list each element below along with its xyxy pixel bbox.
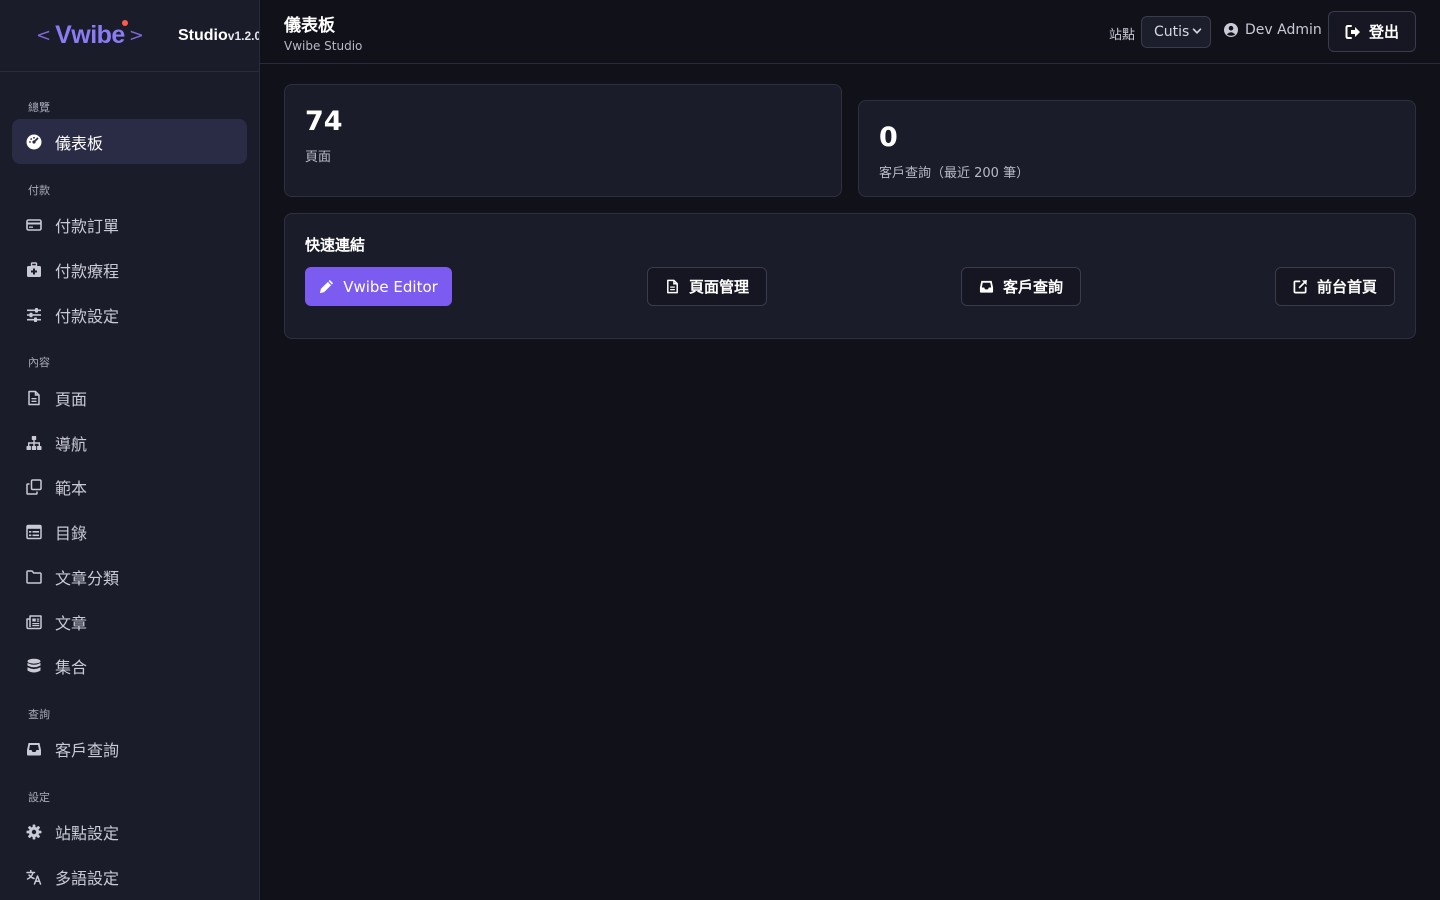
- clone-icon: [26, 478, 42, 495]
- sliders-icon: [26, 307, 42, 323]
- user-menu[interactable]: Dev Admin: [1224, 22, 1322, 38]
- stat-value: 74: [305, 106, 343, 137]
- brand-product: Studiov1.2.0: [178, 27, 259, 45]
- sidebar-item-language-settings[interactable]: 多語設定: [12, 854, 247, 899]
- vwibe-editor-button[interactable]: Vwibe Editor: [305, 267, 452, 306]
- sidebar-item-label: 文章: [55, 613, 88, 633]
- sidebar: < Vwibe > Studiov1.2.0 總覽 儀表板 付款 付款訂單 付款…: [0, 0, 260, 900]
- external-link-icon: [1293, 280, 1307, 294]
- newspaper-icon: [26, 614, 42, 630]
- sign-out-icon: [1345, 24, 1360, 39]
- sidebar-item-catalog[interactable]: 目錄: [12, 509, 247, 554]
- logout-button[interactable]: 登出: [1328, 11, 1416, 52]
- customer-inquiries-button[interactable]: 客戶查詢: [961, 267, 1081, 306]
- sidebar-item-articles[interactable]: 文章: [12, 599, 247, 644]
- quick-links-title: 快速連結: [305, 236, 366, 254]
- brand-logo: < Vwibe >: [36, 20, 144, 50]
- credit-card-icon: [26, 217, 42, 233]
- site-select[interactable]: Cutis: [1141, 16, 1211, 48]
- sidebar-item-label: 範本: [55, 478, 88, 498]
- sidebar-item-label: 集合: [55, 657, 88, 677]
- nav-section-payment: 付款: [28, 184, 50, 197]
- dashboard-icon: [26, 134, 42, 150]
- sidebar-item-label: 目錄: [55, 523, 88, 543]
- frontend-home-button[interactable]: 前台首頁: [1275, 267, 1395, 306]
- sidebar-item-label: 導航: [55, 434, 88, 454]
- sidebar-item-label: 付款設定: [55, 306, 120, 326]
- pen-icon: [320, 279, 334, 294]
- sidebar-item-label: 儀表板: [55, 133, 104, 153]
- database-icon: [26, 658, 42, 674]
- sidebar-item-customer-inquiries[interactable]: 客戶查詢: [12, 726, 247, 771]
- sidebar-item-label: 付款療程: [55, 261, 120, 281]
- sidebar-item-label: 文章分類: [55, 568, 120, 588]
- brand-bracket-left: <: [36, 25, 52, 46]
- nav-section-content: 內容: [28, 356, 50, 369]
- nav-section-settings: 設定: [28, 791, 50, 804]
- logout-label: 登出: [1368, 23, 1399, 41]
- sidebar-item-collections[interactable]: 集合: [12, 643, 247, 688]
- sidebar-item-site-settings[interactable]: 站點設定: [12, 809, 247, 854]
- file-icon: [26, 390, 42, 406]
- sidebar-item-payment-treatments[interactable]: 付款療程: [12, 247, 247, 292]
- top-bar: 儀表板 Vwibe Studio 站點 Cutis Dev Admin 登出: [260, 0, 1440, 64]
- button-label: 客戶查詢: [1002, 278, 1063, 296]
- button-label: Vwibe Editor: [343, 277, 438, 296]
- button-label: 頁面管理: [688, 278, 749, 296]
- user-circle-icon: [1224, 23, 1238, 37]
- quick-links-card: 快速連結 Vwibe Editor 頁面管理 客戶查詢 前台首頁: [284, 213, 1416, 339]
- nav-section-overview: 總覽: [28, 101, 50, 114]
- sidebar-item-templates[interactable]: 範本: [12, 464, 247, 509]
- button-label: 前台首頁: [1316, 278, 1377, 296]
- sidebar-item-payment-orders[interactable]: 付款訂單: [12, 202, 247, 247]
- sidebar-item-label: 多語設定: [55, 868, 120, 888]
- brand-version: v1.2.0: [227, 29, 259, 43]
- sidebar-item-dashboard[interactable]: 儀表板: [12, 119, 247, 164]
- sidebar-item-navigation[interactable]: 導航: [12, 420, 247, 465]
- gear-icon: [26, 824, 42, 840]
- sitemap-icon: [26, 435, 42, 451]
- site-label: 站點: [1109, 28, 1136, 43]
- page-title: 儀表板: [284, 16, 335, 36]
- brand-dot-icon: [121, 20, 128, 26]
- sidebar-item-label: 客戶查詢: [55, 740, 120, 760]
- file-icon: [667, 279, 678, 294]
- table-list-icon: [26, 524, 42, 540]
- language-icon: [26, 869, 42, 885]
- page-subtitle: Vwibe Studio: [284, 39, 363, 53]
- briefcase-medical-icon: [26, 261, 42, 278]
- sidebar-item-article-categories[interactable]: 文章分類: [12, 554, 247, 599]
- nav-section-inquiry: 查詢: [28, 708, 50, 721]
- user-name: Dev Admin: [1245, 22, 1322, 38]
- stat-card-pages: 74 頁面: [284, 84, 842, 197]
- stat-label: 頁面: [305, 150, 332, 165]
- inbox-icon: [26, 741, 42, 757]
- folder-icon: [26, 569, 42, 585]
- sidebar-item-label: 付款訂單: [55, 216, 120, 236]
- stat-value: 0: [879, 122, 898, 153]
- sidebar-item-pages[interactable]: 頁面: [12, 375, 247, 420]
- sidebar-item-label: 頁面: [55, 389, 88, 409]
- stat-label: 客戶查詢（最近 200 筆）: [879, 166, 1030, 181]
- chevron-down-icon: [1192, 28, 1202, 34]
- sidebar-item-payment-settings[interactable]: 付款設定: [12, 292, 247, 337]
- site-select-value: Cutis: [1154, 24, 1190, 40]
- brand[interactable]: < Vwibe > Studiov1.2.0: [0, 0, 259, 72]
- stat-card-inquiries: 0 客戶查詢（最近 200 筆）: [858, 100, 1416, 197]
- sidebar-item-label: 站點設定: [55, 823, 120, 843]
- brand-name: Vwibe: [55, 20, 128, 50]
- page-management-button[interactable]: 頁面管理: [647, 267, 767, 306]
- inbox-icon: [979, 280, 994, 293]
- brand-bracket-right: >: [128, 25, 144, 46]
